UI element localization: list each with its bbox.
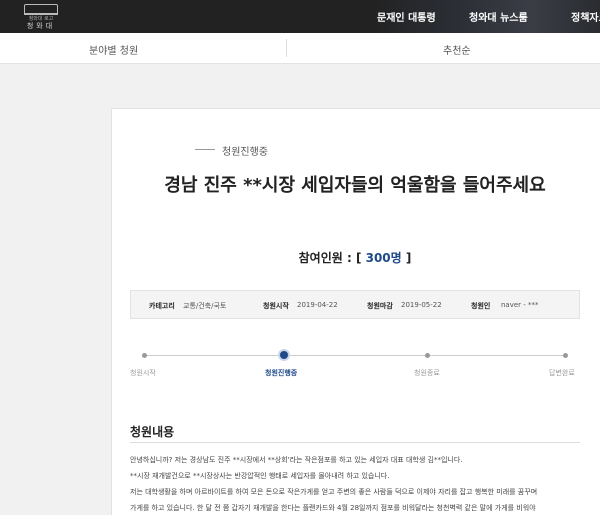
status-dash [195, 149, 215, 150]
meta-start-key: 청원시작 [263, 302, 289, 310]
content-line-1: 안녕하십니까? 저는 경상남도 진주 **시장에서 **상회'라는 작은점포를 … [130, 456, 463, 464]
content-heading: 청원내용 [130, 425, 175, 439]
subnav-divider [286, 39, 287, 57]
progress-track [145, 355, 565, 356]
step-dot-end [425, 353, 430, 358]
step-start-label: 청원시작 [130, 369, 156, 377]
meta-category-key: 카테고리 [149, 302, 175, 310]
blue-house-emblem-icon [24, 4, 58, 15]
step-answered-label: 답변완료 [549, 369, 575, 377]
petition-status: 청원진행중 [222, 147, 268, 158]
step-active-label: 청원진행중 [265, 369, 298, 377]
sub-navigation: 분야별 청원 추천순 [0, 33, 600, 64]
nav-newsroom[interactable]: 청와대 뉴스룸 [469, 9, 528, 24]
petition-meta: 카테고리 교통/건축/국토 청원시작 2019-04-22 청원마감 2019-… [130, 290, 580, 319]
meta-author-value: naver - *** [501, 301, 539, 309]
step-dot-start [142, 353, 147, 358]
step-end-label: 청원종료 [414, 369, 440, 377]
participant-count: 참여인원 : [ 300명 ] [118, 249, 592, 266]
meta-end-key: 청원마감 [367, 302, 393, 310]
tab-recommended[interactable]: 추천순 [443, 42, 471, 57]
content-line-2: **시장 재개발건으로 **시장상사는 반강압적인 행태로 세입자를 몰아내려 … [130, 472, 390, 480]
meta-end-value: 2019-05-22 [401, 301, 442, 309]
count-suffix: ] [401, 251, 412, 265]
content-line-4: 가게를 하고 있습니다. 한 달 전 쯤 갑자기 재개발을 한다는 플랜카드와 … [130, 504, 536, 512]
count-value: 300명 [365, 251, 402, 265]
content-line-3: 저는 대학생활을 하며 아르바이트를 하여 모은 돈으로 작은가게를 얻고 주변… [130, 488, 538, 496]
step-dot-active [280, 351, 288, 359]
meta-author-key: 청원인 [471, 302, 491, 310]
petition-title: 경남 진주 **시장 세입자들의 억울함을 들어주세요 [164, 175, 546, 196]
top-bar: 청와대 로고 청와대 문재인 대통령 청와대 뉴스룸 정책자료 [0, 0, 600, 33]
content-divider [130, 442, 580, 443]
meta-category-value: 교통/건축/국토 [183, 302, 227, 310]
nav-president[interactable]: 문재인 대통령 [377, 9, 436, 24]
count-label: 참여인원 : [ [298, 251, 366, 265]
nav-policy[interactable]: 정책자료 [571, 9, 600, 24]
logo-name: 청와대 [26, 22, 56, 30]
meta-start-value: 2019-04-22 [297, 301, 338, 309]
step-dot-answered [563, 353, 568, 358]
cheongwadae-logo[interactable]: 청와대 로고 청와대 [14, 2, 68, 31]
tab-category-petitions[interactable]: 분야별 청원 [89, 42, 138, 57]
